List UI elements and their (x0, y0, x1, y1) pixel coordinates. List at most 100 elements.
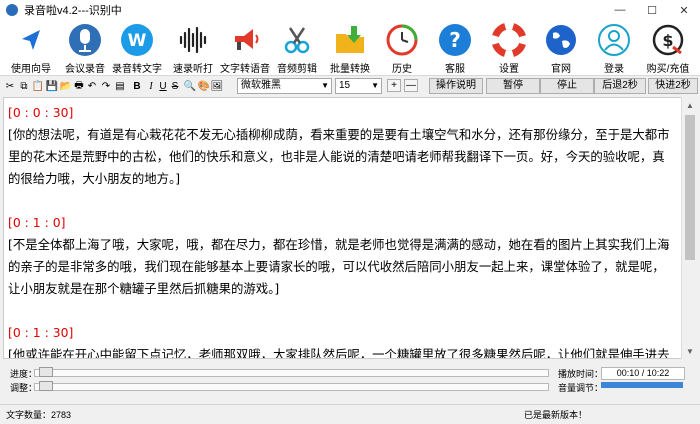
align-icon[interactable]: ▤ (114, 79, 126, 93)
playback-panel (0, 360, 700, 400)
segment-text: [你的想法呢，有道是有心栽花花不发无心插柳柳成荫，看来重要的是要有土壤空气和水分… (8, 127, 670, 186)
tool-label: 使用向导 (11, 64, 51, 75)
window-title: 录音啦v4.2---识别中 (24, 5, 122, 17)
tool-purchase-button[interactable]: $ 购买/充值 (643, 20, 693, 75)
progress-slider[interactable] (34, 367, 549, 377)
stop-button[interactable]: 停止 (540, 78, 594, 94)
navigation-arrow-icon (14, 23, 48, 57)
instructions-button[interactable]: 操作说明 (429, 78, 483, 94)
play-time-display: 00:10 / 10:22 (601, 367, 685, 380)
tool-speech-to-text-button[interactable]: W 录音转文字 (112, 20, 162, 75)
print-icon[interactable]: 🖶 (73, 79, 85, 93)
history-clock-icon (385, 23, 419, 57)
chevron-down-icon: ▼ (321, 81, 329, 90)
tool-support-button[interactable]: ? 客服 (430, 20, 480, 75)
title-bar: 录音啦v4.2---识别中 — ☐ ✕ (0, 0, 700, 20)
tool-label: 速录听打 (173, 64, 213, 75)
adjust-slider-handle[interactable] (39, 381, 53, 391)
globe-icon (544, 23, 578, 57)
tool-login-button[interactable]: 登录 (589, 20, 639, 75)
segment-timestamp: [0 : 1 : 0] (8, 215, 66, 230)
close-button[interactable]: ✕ (668, 0, 700, 20)
sound-wave-icon (176, 23, 210, 57)
font-color-icon[interactable]: 🎨 (198, 79, 210, 93)
tool-label: 文字转语音 (220, 64, 270, 75)
tool-settings-button[interactable]: 设置 (484, 20, 534, 75)
find-icon[interactable]: 🔍 (184, 79, 196, 93)
volume-label: 音量调节： (558, 383, 604, 393)
tool-label: 会议录音 (65, 64, 105, 75)
progress-slider-handle[interactable] (39, 367, 53, 377)
copy-icon[interactable]: ⧉ (18, 79, 30, 93)
undo-icon[interactable]: ↶ (86, 79, 98, 93)
adjust-label: 调整： (10, 383, 38, 393)
dollar-icon: $ (651, 23, 685, 57)
chevron-down-icon: ▼ (371, 81, 379, 90)
tool-label: 音频剪辑 (277, 64, 317, 75)
font-size-decrease-button[interactable]: — (404, 79, 418, 92)
segment-timestamp: [0 : 1 : 30] (8, 325, 74, 340)
svg-text:$: $ (662, 31, 673, 50)
progress-label: 进度： (10, 369, 38, 379)
version-status: 已是最新版本！ (524, 410, 588, 420)
question-icon: ? (438, 23, 472, 57)
w-letter-icon: W (120, 23, 154, 57)
segment-timestamp: [0 : 0 : 30] (8, 105, 74, 120)
adjust-slider[interactable] (34, 381, 549, 391)
strikethrough-button[interactable]: S (170, 79, 180, 93)
font-size-select[interactable]: 15 ▼ (335, 78, 382, 94)
main-toolbar: 使用向导 会议录音 W 录音转文字 速录听打 文字转语音 音频剪辑 批量转换 历… (0, 20, 700, 76)
tool-text-to-speech-button[interactable]: 文字转语音 (220, 20, 270, 75)
scroll-down-icon[interactable]: ▼ (686, 347, 694, 356)
forward-2s-button[interactable]: 快进2秒 (648, 78, 698, 94)
rewind-2s-button[interactable]: 后退2秒 (594, 78, 646, 94)
app-logo-icon (6, 4, 18, 16)
minimize-button[interactable]: — (604, 0, 636, 20)
tool-label: 设置 (499, 64, 519, 75)
font-name-select[interactable]: 微软雅黑 ▼ (237, 78, 332, 94)
tool-batch-convert-button[interactable]: 批量转换 (325, 20, 375, 75)
play-time-label: 播放时间： (558, 369, 604, 379)
svg-text:W: W (128, 31, 147, 51)
tool-audio-edit-button[interactable]: 音频剪辑 (272, 20, 322, 75)
maximize-button[interactable]: ☐ (636, 0, 668, 20)
insert-image-icon[interactable]: 🖼 (211, 79, 224, 93)
tool-history-button[interactable]: 历史 (377, 20, 427, 75)
scissors-icon (280, 23, 314, 57)
tool-dictation-button[interactable]: 速录听打 (168, 20, 218, 75)
scroll-up-icon[interactable]: ▲ (686, 101, 694, 110)
tool-label: 批量转换 (330, 64, 370, 75)
open-icon[interactable]: 📂 (60, 79, 72, 93)
underline-button[interactable]: U (158, 79, 168, 93)
redo-icon[interactable]: ↷ (100, 79, 112, 93)
megaphone-icon (228, 23, 262, 57)
format-toolbar: ✂ ⧉ 📋 💾 📂 🖶 ↶ ↷ ▤ B I U S 🔍 🎨 🖼 微软雅黑 ▼ 1… (0, 76, 700, 96)
italic-button[interactable]: I (146, 79, 156, 93)
transcript-segment: [0 : 1 : 30] [他或许能在开心中能留下点记忆，老师那双哦，大家排队然… (8, 322, 676, 359)
word-count: 文字数量：2783 (6, 410, 72, 420)
transcript-editor[interactable]: [0 : 0 : 30] [你的想法呢，有道是有心栽花花不发无心插柳柳成荫，看来… (3, 97, 682, 359)
microphone-icon (68, 23, 102, 57)
cut-icon[interactable]: ✂ (4, 79, 16, 93)
tool-guide-button[interactable]: 使用向导 (6, 20, 56, 75)
font-size-increase-button[interactable]: + (387, 79, 401, 92)
paste-icon[interactable]: 📋 (32, 79, 44, 93)
segment-text: [不是全体都上海了哦，大家呢，哦，都在尽力，都在珍惜，就是老师也觉得是满满的感动… (8, 237, 670, 296)
pause-button[interactable]: 暂停 (486, 78, 540, 94)
segment-text: [他或许能在开心中能留下点记忆，老师那双哦，大家排队然后呢，一个糖罐里放了很多糖… (8, 347, 670, 359)
volume-slider[interactable] (601, 382, 683, 388)
tool-label: 客服 (445, 64, 465, 75)
tool-label: 录音转文字 (112, 64, 162, 75)
transcript-segment: [0 : 1 : 0] [不是全体都上海了哦，大家呢，哦，都在尽力，都在珍惜，就… (8, 212, 676, 300)
tool-meeting-record-button[interactable]: 会议录音 (60, 20, 110, 75)
vertical-scrollbar[interactable]: ▲ ▼ (681, 97, 698, 359)
folder-arrow-icon (333, 23, 367, 57)
svg-text:?: ? (449, 28, 461, 52)
status-bar: 文字数量：2783 已是最新版本！ (0, 404, 700, 424)
scrollbar-thumb[interactable] (685, 115, 695, 260)
tool-website-button[interactable]: 官网 (536, 20, 586, 75)
save-icon[interactable]: 💾 (46, 79, 58, 93)
bold-button[interactable]: B (132, 79, 142, 93)
transcript-segment: [0 : 0 : 30] [你的想法呢，有道是有心栽花花不发无心插柳柳成荫，看来… (8, 102, 676, 190)
user-icon (597, 23, 631, 57)
